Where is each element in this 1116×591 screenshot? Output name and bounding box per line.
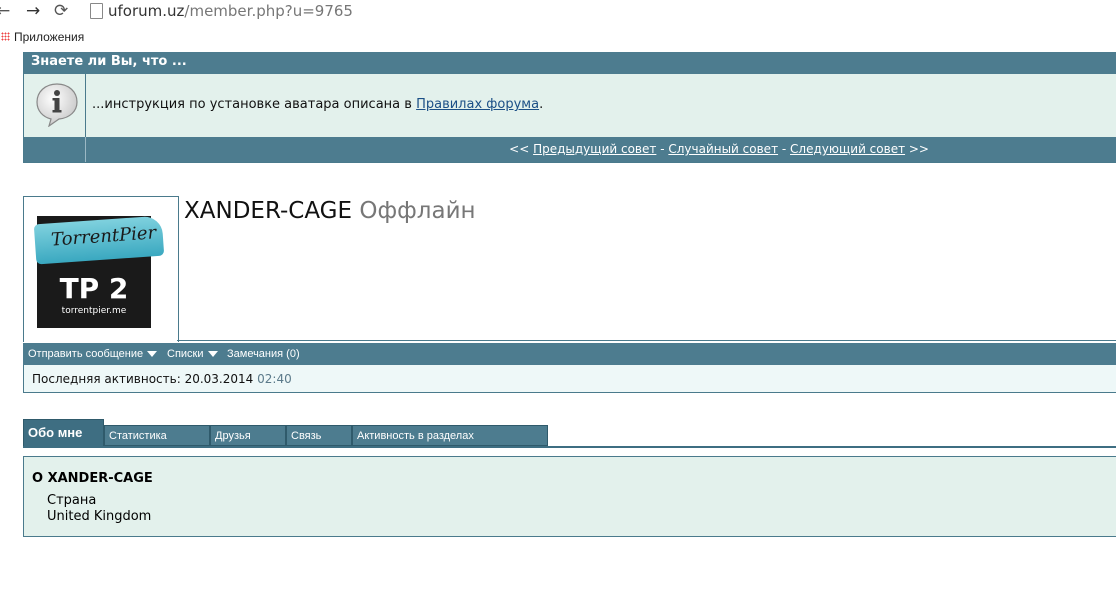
bookmarks-bar [0,24,1116,52]
tip-header: Знаете ли Вы, что ... [24,52,1116,74]
tab-statistics[interactable]: Статистика [104,425,210,446]
last-activity: Последняя активность: 20.03.2014 02:40 [32,372,292,386]
tip-header-text: Знаете ли Вы, что ... [31,54,187,69]
tabs-underline [23,446,1116,448]
prev-tip-link[interactable]: Предыдущий совет [533,142,656,156]
nav-sep: - [778,142,791,156]
avatar-site-text: torrentpier.me [61,306,127,316]
tip-nav-bar: << Предыдущий совет - Случайный совет - … [24,137,1116,162]
about-title: О XANDER-CAGE [32,471,153,486]
tip-text: ...инструкция по установке аватара описа… [92,97,543,112]
send-message-label: Отправить сообщение [28,348,144,360]
online-status: Оффлайн [359,198,476,224]
send-message-menu[interactable]: Отправить сообщение [28,348,158,360]
avatar: TorrentPier TP 2 torrentpier.me [33,215,165,328]
random-tip-link[interactable]: Случайный совет [668,142,778,156]
tab-label: Друзья [215,430,251,442]
dropdown-arrow-icon [207,351,218,358]
last-activity-time: 02:40 [257,372,292,386]
country-value: United Kingdom [47,509,152,524]
avatar-frame: TorrentPier TP 2 torrentpier.me [23,196,179,342]
forward-arrow-icon[interactable]: → [26,1,40,21]
reload-icon[interactable]: ⟳ [54,1,68,21]
dropdown-arrow-icon [147,351,158,358]
tip-text-before: ...инструкция по установке аватара описа… [92,97,417,112]
apps-grid-icon[interactable] [1,32,10,41]
nav-suffix: >> [905,142,929,156]
url-path: /member.php?u=9765 [184,2,353,20]
profile-action-bar: Отправить сообщение Списки Замечания (0) [23,343,1116,365]
username: XANDER-CAGE [184,198,353,224]
tab-friends[interactable]: Друзья [210,425,286,446]
tab-label: Обо мне [28,425,83,440]
apps-bookmark[interactable]: Приложения [14,30,84,44]
next-tip-link[interactable]: Следующий совет [790,142,905,156]
tab-about[interactable]: Обо мне [23,419,104,448]
divider [85,137,86,162]
tab-contact[interactable]: Связь [286,425,352,446]
last-activity-date: 20.03.2014 [184,372,254,386]
avatar-big-text: TP 2 [59,272,129,305]
back-arrow-icon[interactable]: ← [0,1,10,21]
lists-menu[interactable]: Списки [167,348,218,360]
tab-section-activity[interactable]: Активность в разделах [352,425,548,446]
tab-label: Связь [291,430,322,442]
about-panel: О XANDER-CAGE Страна United Kingdom [23,456,1116,537]
divider [177,340,1116,341]
url-host: uforum.uz [108,2,185,20]
notes-link[interactable]: Замечания (0) [227,348,300,360]
tip-text-after: . [539,97,544,112]
tip-nav: << Предыдущий совет - Случайный совет - … [509,142,929,156]
tip-box: Знаете ли Вы, что ... ...инструкция по у… [23,52,1116,163]
page-icon [90,3,103,19]
last-activity-label: Последняя активность: [32,372,185,386]
nav-prefix: << [509,142,534,156]
address-bar[interactable]: uforum.uz/member.php?u=9765 [108,2,353,20]
nav-sep: - [656,142,669,156]
tab-label: Активность в разделах [357,430,474,442]
rules-link[interactable]: Правилах форума [416,97,539,112]
browser-toolbar: ← → ⟳ uforum.uz/member.php?u=9765 [0,0,1116,24]
last-activity-row: Последняя активность: 20.03.2014 02:40 [23,365,1116,393]
profile-title: XANDER-CAGE Оффлайн [184,198,476,224]
country-label: Страна [47,493,97,508]
tab-label: Статистика [109,430,167,442]
info-icon [36,83,78,127]
lists-label: Списки [167,348,204,360]
